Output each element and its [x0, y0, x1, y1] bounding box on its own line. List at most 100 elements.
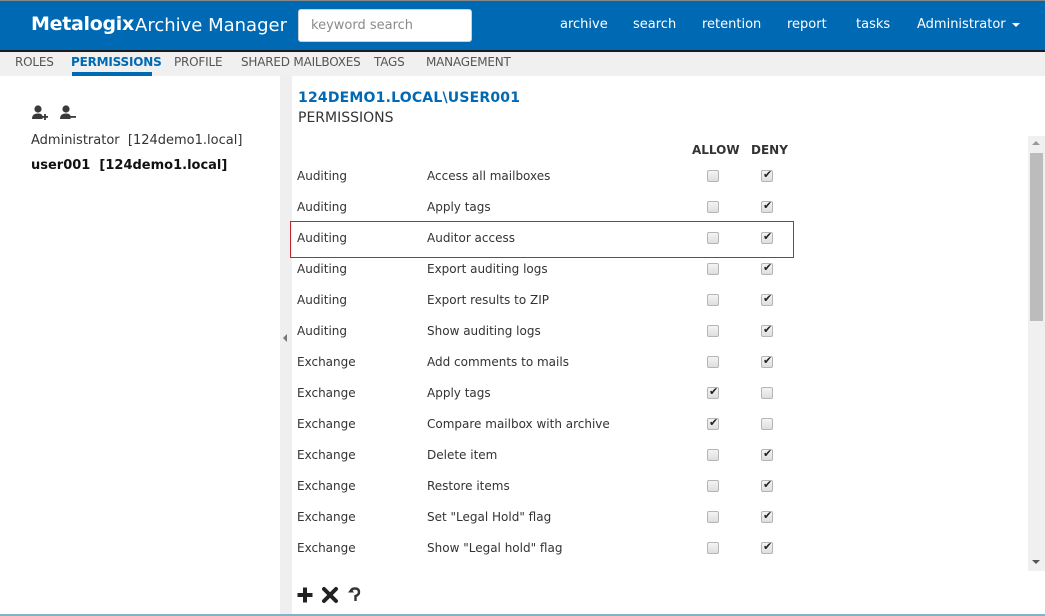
deny-checkbox[interactable]: ✔ — [761, 199, 773, 213]
tab-tags[interactable]: TAGS — [374, 55, 405, 69]
scroll-up-arrow-icon[interactable] — [1032, 141, 1040, 145]
nav-search[interactable]: search — [633, 17, 676, 32]
check-icon: ✔ — [763, 447, 773, 460]
permission-row: Exchange Compare mailbox with archive ✔ ✔ — [292, 410, 812, 441]
scroll-thumb[interactable] — [1030, 153, 1043, 321]
check-icon: ✔ — [763, 354, 773, 367]
nav-archive[interactable]: archive — [560, 17, 608, 32]
permission-category: Exchange — [297, 386, 356, 400]
permission-category: Exchange — [297, 417, 356, 431]
permission-category: Auditing — [297, 324, 348, 338]
permission-category: Auditing — [297, 169, 348, 183]
permission-category: Exchange — [297, 355, 356, 369]
permission-row: Exchange Apply tags ✔ ✔ — [292, 379, 812, 410]
add-user-icon[interactable] — [31, 104, 49, 122]
deny-checkbox[interactable]: ✔ — [761, 540, 773, 554]
permission-name: Delete item — [427, 448, 498, 462]
check-icon: ✔ — [763, 261, 773, 274]
permission-row: Exchange Restore items ✔ ✔ — [292, 472, 812, 503]
permission-row: Exchange Show "Legal hold" flag ✔ ✔ — [292, 534, 812, 565]
permission-row: Exchange Set "Legal Hold" flag ✔ ✔ — [292, 503, 812, 534]
allow-checkbox[interactable]: ✔ — [707, 480, 719, 492]
allow-checkbox[interactable]: ✔ — [707, 263, 719, 275]
deny-checkbox[interactable]: ✔ — [761, 447, 773, 461]
deny-checkbox[interactable]: ✔ — [761, 292, 773, 306]
deny-checkbox[interactable]: ✔ — [761, 418, 773, 430]
allow-checkbox[interactable]: ✔ — [707, 385, 719, 399]
check-icon: ✔ — [763, 292, 773, 305]
column-header-deny: DENY — [751, 143, 788, 157]
check-icon: ✔ — [709, 385, 719, 398]
brand-logo[interactable]: Metalogix — [31, 13, 134, 35]
keyword-search-input[interactable] — [298, 9, 472, 42]
tab-permissions[interactable]: PERMISSIONS — [71, 55, 162, 69]
deny-checkbox[interactable]: ✔ — [761, 230, 773, 244]
allow-checkbox[interactable]: ✔ — [707, 325, 719, 337]
deny-checkbox[interactable]: ✔ — [761, 168, 773, 182]
permission-row: Exchange Add comments to mails ✔ ✔ — [292, 348, 812, 379]
allow-checkbox[interactable]: ✔ — [707, 416, 719, 430]
undo-icon[interactable] — [346, 586, 364, 604]
caret-down-icon — [1011, 22, 1020, 27]
scroll-down-arrow-icon[interactable] — [1032, 560, 1040, 564]
column-header-allow: ALLOW — [692, 143, 740, 157]
app-name: Archive Manager — [135, 15, 287, 36]
allow-checkbox[interactable]: ✔ — [707, 232, 719, 244]
permission-name: Compare mailbox with archive — [427, 417, 610, 431]
check-icon: ✔ — [763, 478, 773, 491]
permission-row: Auditing Show auditing logs ✔ ✔ — [292, 317, 812, 348]
permission-row: Auditing Apply tags ✔ ✔ — [292, 193, 812, 224]
check-icon: ✔ — [763, 540, 773, 553]
add-icon[interactable] — [296, 586, 314, 604]
check-icon: ✔ — [763, 230, 773, 243]
user-item-administrator[interactable]: Administrator [124demo1.local] — [31, 133, 242, 148]
permission-row: Auditing Export results to ZIP ✔ ✔ — [292, 286, 812, 317]
nav-tasks[interactable]: tasks — [856, 17, 890, 32]
deny-checkbox[interactable]: ✔ — [761, 261, 773, 275]
nav-retention[interactable]: retention — [702, 17, 761, 32]
remove-user-icon[interactable] — [59, 104, 77, 122]
allow-checkbox[interactable]: ✔ — [707, 542, 719, 554]
permission-category: Auditing — [297, 262, 348, 276]
user-menu-dropdown[interactable]: Administrator — [917, 17, 1020, 32]
permission-category: Exchange — [297, 479, 356, 493]
vertical-scrollbar[interactable] — [1028, 136, 1045, 571]
page-title: 124DEMO1.LOCAL\USER001 — [298, 90, 521, 106]
permission-category: Exchange — [297, 541, 356, 555]
allow-checkbox[interactable]: ✔ — [707, 294, 719, 306]
permission-row: Auditing Export auditing logs ✔ ✔ — [292, 255, 812, 286]
permission-name: Add comments to mails — [427, 355, 569, 369]
deny-checkbox[interactable]: ✔ — [761, 354, 773, 368]
deny-checkbox[interactable]: ✔ — [761, 509, 773, 523]
allow-checkbox[interactable]: ✔ — [707, 511, 719, 523]
collapse-left-icon[interactable] — [283, 334, 287, 342]
permission-category: Auditing — [297, 231, 348, 245]
tab-shared-mailboxes[interactable]: SHARED MAILBOXES — [241, 55, 361, 69]
deny-checkbox[interactable]: ✔ — [761, 323, 773, 337]
permission-row: Auditing Access all mailboxes ✔ ✔ — [292, 162, 812, 193]
tab-profile[interactable]: PROFILE — [174, 55, 223, 69]
permission-name: Apply tags — [427, 386, 491, 400]
section-subtitle: PERMISSIONS — [298, 110, 394, 126]
allow-checkbox[interactable]: ✔ — [707, 201, 719, 213]
permission-row: Auditing Auditor access ✔ ✔ — [292, 224, 812, 255]
panel-splitter[interactable] — [280, 76, 292, 614]
allow-checkbox[interactable]: ✔ — [707, 449, 719, 461]
allow-checkbox[interactable]: ✔ — [707, 356, 719, 368]
permission-name: Auditor access — [427, 231, 515, 245]
deny-checkbox[interactable]: ✔ — [761, 478, 773, 492]
permission-category: Exchange — [297, 510, 356, 524]
permission-category: Auditing — [297, 293, 348, 307]
permission-name: Set "Legal Hold" flag — [427, 510, 552, 524]
check-icon: ✔ — [763, 199, 773, 212]
allow-checkbox[interactable]: ✔ — [707, 170, 719, 182]
tab-management[interactable]: MANAGEMENT — [426, 55, 511, 69]
permission-category: Auditing — [297, 200, 348, 214]
user-item-user001[interactable]: user001 [124demo1.local] — [31, 158, 227, 173]
tab-roles[interactable]: ROLES — [15, 55, 54, 69]
check-icon: ✔ — [763, 168, 773, 181]
check-icon: ✔ — [763, 509, 773, 522]
nav-report[interactable]: report — [787, 17, 827, 32]
deny-checkbox[interactable]: ✔ — [761, 387, 773, 399]
delete-icon[interactable] — [321, 586, 339, 604]
